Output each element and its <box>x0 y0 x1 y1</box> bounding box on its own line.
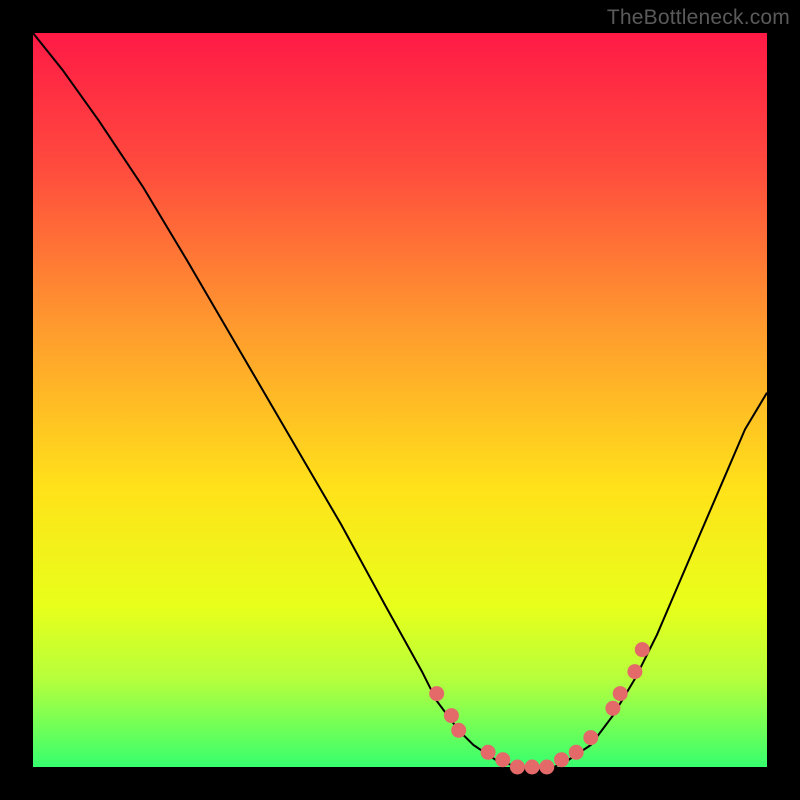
curve-marker <box>628 665 642 679</box>
curve-marker <box>444 709 458 723</box>
attribution-label: TheBottleneck.com <box>607 6 790 30</box>
curve-marker <box>452 723 466 737</box>
curve-marker <box>584 731 598 745</box>
bottleneck-curve <box>33 33 767 767</box>
curve-marker <box>481 745 495 759</box>
curve-marker <box>430 687 444 701</box>
marker-group <box>430 643 650 774</box>
curve-marker <box>606 701 620 715</box>
curve-marker <box>555 753 569 767</box>
chart-overlay <box>33 33 767 767</box>
curve-marker <box>569 745 583 759</box>
curve-marker <box>613 687 627 701</box>
curve-marker <box>525 760 539 774</box>
curve-marker <box>510 760 524 774</box>
curve-marker <box>635 643 649 657</box>
curve-marker <box>496 753 510 767</box>
chart-frame: TheBottleneck.com <box>0 0 800 800</box>
curve-marker <box>540 760 554 774</box>
